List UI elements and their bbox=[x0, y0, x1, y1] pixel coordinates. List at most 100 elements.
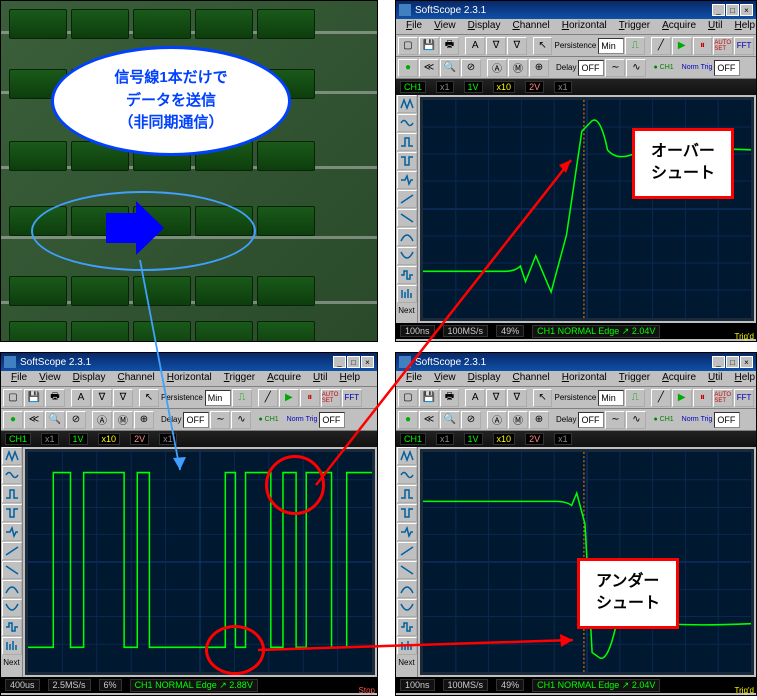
record-icon[interactable]: ● bbox=[398, 59, 418, 77]
persistence-combo[interactable]: Min bbox=[598, 390, 624, 406]
normtrig-label[interactable]: Norm Trig bbox=[681, 64, 714, 71]
side-btn[interactable] bbox=[2, 447, 22, 465]
print-icon[interactable]: 🖶 bbox=[45, 389, 65, 407]
fit-icon[interactable]: ⊘ bbox=[461, 59, 481, 77]
menu-util[interactable]: Util bbox=[702, 371, 728, 386]
minimize-button[interactable]: _ bbox=[712, 356, 725, 368]
menu-channel[interactable]: Channel bbox=[506, 19, 555, 34]
save-icon[interactable]: 💾 bbox=[419, 37, 439, 55]
menu-view[interactable]: View bbox=[33, 371, 67, 386]
side-btn[interactable] bbox=[2, 504, 22, 522]
autoset-button[interactable]: AUTO SET bbox=[713, 389, 733, 407]
center-icon[interactable]: ⊕ bbox=[529, 59, 549, 77]
zoom-icon[interactable]: 🔍 bbox=[45, 411, 65, 429]
nav-left-icon[interactable]: ≪ bbox=[419, 59, 439, 77]
nav-left-icon[interactable]: ≪ bbox=[24, 411, 44, 429]
run-icon[interactable]: ▶ bbox=[672, 37, 692, 55]
wave2-icon[interactable]: ∿ bbox=[231, 411, 251, 429]
side-btn[interactable] bbox=[397, 580, 417, 598]
side-btn[interactable] bbox=[397, 523, 417, 541]
pulse-icon[interactable]: ⎍ bbox=[625, 389, 645, 407]
side-btn[interactable] bbox=[2, 523, 22, 541]
menu-horizontal[interactable]: Horizontal bbox=[556, 19, 613, 34]
menu-util[interactable]: Util bbox=[702, 19, 728, 34]
fit-icon[interactable]: ⊘ bbox=[66, 411, 86, 429]
wave1-icon[interactable]: ∼ bbox=[605, 59, 625, 77]
menu-acquire[interactable]: Acquire bbox=[261, 371, 307, 386]
persistence-combo[interactable]: Min bbox=[598, 38, 624, 54]
close-button[interactable]: × bbox=[740, 4, 753, 16]
rise-icon[interactable]: ╱ bbox=[651, 37, 671, 55]
rise-icon[interactable]: ╱ bbox=[651, 389, 671, 407]
v-chip[interactable]: 1V bbox=[464, 81, 483, 93]
wave2-icon[interactable]: ∿ bbox=[626, 59, 646, 77]
filter-icon[interactable]: ∇ bbox=[92, 389, 112, 407]
new-icon[interactable]: ▢ bbox=[3, 389, 23, 407]
menu-display[interactable]: Display bbox=[67, 371, 112, 386]
ch-chip[interactable]: CH1 bbox=[400, 81, 426, 93]
side-btn[interactable] bbox=[2, 618, 22, 636]
save-icon[interactable]: 💾 bbox=[24, 389, 44, 407]
normtrig-label[interactable]: Norm Trig bbox=[681, 416, 714, 423]
side-btn[interactable] bbox=[397, 561, 417, 579]
side-btn[interactable] bbox=[397, 542, 417, 560]
menu-display[interactable]: Display bbox=[462, 19, 507, 34]
minimize-button[interactable]: _ bbox=[712, 4, 725, 16]
trig-off-combo[interactable]: OFF bbox=[714, 412, 740, 428]
pulse-icon[interactable]: ⎍ bbox=[625, 37, 645, 55]
zoom-icon[interactable]: 🔍 bbox=[440, 59, 460, 77]
cursor-icon[interactable]: ↖ bbox=[533, 37, 553, 55]
side-btn[interactable] bbox=[397, 95, 417, 113]
side-btn[interactable] bbox=[2, 580, 22, 598]
menu-trigger[interactable]: Trigger bbox=[218, 371, 261, 386]
side-btn[interactable] bbox=[397, 504, 417, 522]
rise-icon[interactable]: ╱ bbox=[258, 389, 278, 407]
menu-acquire[interactable]: Acquire bbox=[656, 19, 702, 34]
xs-chip[interactable]: x1 bbox=[554, 81, 572, 93]
wave2-icon[interactable]: ∿ bbox=[626, 411, 646, 429]
menu-acquire[interactable]: Acquire bbox=[656, 371, 702, 386]
delay-combo[interactable]: OFF bbox=[578, 60, 604, 76]
menu-trigger[interactable]: Trigger bbox=[613, 371, 656, 386]
side-btn[interactable] bbox=[2, 466, 22, 484]
close-button[interactable]: × bbox=[740, 356, 753, 368]
side-btn[interactable] bbox=[2, 542, 22, 560]
side-btn[interactable] bbox=[2, 599, 22, 617]
side-btn[interactable] bbox=[397, 114, 417, 132]
pulse-icon[interactable]: ⎍ bbox=[232, 389, 252, 407]
menu-help[interactable]: Help bbox=[728, 371, 757, 386]
side-btn[interactable] bbox=[2, 561, 22, 579]
x10-chip[interactable]: x10 bbox=[98, 433, 121, 445]
x1-chip[interactable]: x1 bbox=[41, 433, 59, 445]
ch-chip[interactable]: CH1 bbox=[5, 433, 31, 445]
filter2-icon[interactable]: ∇ bbox=[113, 389, 133, 407]
run-icon[interactable]: ▶ bbox=[279, 389, 299, 407]
menu-help[interactable]: Help bbox=[728, 19, 757, 34]
v-chip[interactable]: 1V bbox=[69, 433, 88, 445]
v2-chip[interactable]: 2V bbox=[525, 81, 544, 93]
trig-off-combo[interactable]: OFF bbox=[714, 60, 740, 76]
x1-chip[interactable]: x1 bbox=[436, 81, 454, 93]
record-icon[interactable]: ● bbox=[3, 411, 23, 429]
pause-icon[interactable]: ⏸ bbox=[693, 389, 713, 407]
fft-button[interactable]: FFT bbox=[734, 37, 754, 55]
text-icon[interactable]: A bbox=[465, 37, 485, 55]
filter2-icon[interactable]: ∇ bbox=[507, 37, 527, 55]
marker-m-icon[interactable]: Ⓜ bbox=[508, 59, 528, 77]
wave1-icon[interactable]: ∼ bbox=[605, 411, 625, 429]
side-btn[interactable] bbox=[2, 637, 22, 655]
fft-button[interactable]: FFT bbox=[734, 389, 754, 407]
normtrig-label[interactable]: Norm Trig bbox=[286, 416, 319, 423]
x10-chip[interactable]: x10 bbox=[493, 81, 516, 93]
print-icon[interactable]: 🖶 bbox=[440, 37, 460, 55]
menu-file[interactable]: File bbox=[400, 19, 428, 34]
filter-icon[interactable]: ∇ bbox=[486, 37, 506, 55]
autoset-button[interactable]: AUTO SET bbox=[713, 37, 733, 55]
new-icon[interactable]: ▢ bbox=[398, 37, 418, 55]
side-btn[interactable] bbox=[2, 485, 22, 503]
menu-view[interactable]: View bbox=[428, 19, 462, 34]
run-icon[interactable]: ▶ bbox=[672, 389, 692, 407]
marker-a-icon[interactable]: Ⓐ bbox=[92, 411, 112, 429]
marker-a-icon[interactable]: Ⓐ bbox=[487, 59, 507, 77]
marker-m-icon[interactable]: Ⓜ bbox=[113, 411, 133, 429]
